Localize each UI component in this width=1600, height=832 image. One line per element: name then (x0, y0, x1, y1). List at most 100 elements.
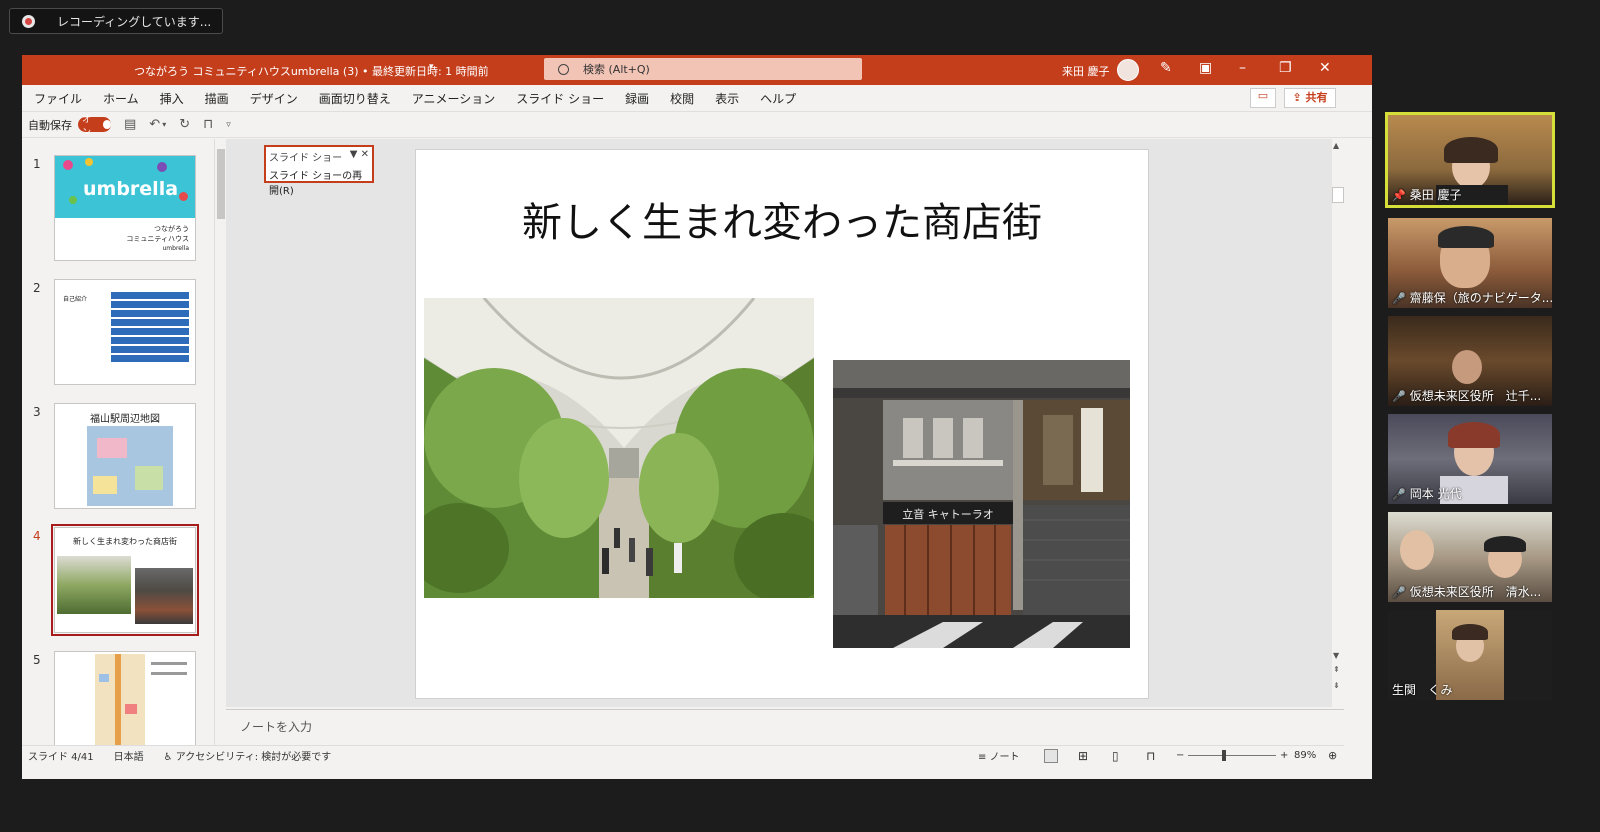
menu-bar: ファイル ホーム 挿入 描画 デザイン 画面切り替え アニメーション スライド … (22, 85, 1372, 111)
share-label: 共有 (1305, 91, 1328, 104)
slide-thumbnail-2[interactable]: 自己紹介 (54, 279, 196, 385)
close-icon[interactable]: ✕ (1319, 60, 1331, 76)
slide-sorter-icon[interactable]: ⊞ (1078, 749, 1088, 763)
participant-name: 🎤 仮想未来区役所 清水... (1392, 583, 1541, 600)
menu-design[interactable]: デザイン (250, 90, 298, 107)
participant-name-text: 仮想未来区役所 清水... (1409, 585, 1542, 599)
reading-view-icon[interactable]: ▯ (1112, 749, 1119, 763)
menu-review[interactable]: 校閲 (670, 90, 694, 107)
menu-animations[interactable]: アニメーション (412, 90, 496, 107)
menu-help[interactable]: ヘルプ (760, 90, 796, 107)
slide-thumbnail-3[interactable]: 福山駅周辺地図 (54, 403, 196, 509)
save-icon[interactable]: ▤ (124, 117, 136, 132)
thumb2-bars (111, 292, 189, 364)
zoom-out-icon[interactable]: − (1176, 750, 1184, 761)
slideshow-view-icon[interactable]: ⊓ (1146, 749, 1155, 763)
thumb-number: 3 (33, 405, 41, 419)
thumbnail-scrollbar[interactable] (214, 139, 226, 745)
close-icon[interactable]: ✕ (361, 149, 369, 160)
menu-transitions[interactable]: 画面切り替え (319, 90, 391, 107)
menu-slideshow[interactable]: スライド ショー (516, 90, 604, 107)
thumb4-title: 新しく生まれ変わった商店街 (73, 537, 177, 546)
pen-icon[interactable]: ✎ (1160, 60, 1172, 76)
participant-tile[interactable]: 🎤 仮想未来区役所 清水... (1388, 512, 1552, 602)
status-bar: スライド 4/41 日本語 ♿ アクセシビリティ: 検討が必要です ≡ ノート … (22, 745, 1344, 765)
user-name[interactable]: 来田 慶子 (1062, 63, 1110, 79)
accessibility-status[interactable]: ♿ アクセシビリティ: 検討が必要です (164, 748, 332, 763)
powerpoint-window: つながろう コミュニティハウスumbrella (3) • 最終更新日時: 1 … (22, 55, 1372, 779)
language-indicator[interactable]: 日本語 (114, 748, 144, 763)
notes-placeholder: ノートを入力 (240, 720, 313, 734)
document-title[interactable]: つながろう コミュニティハウスumbrella (3) • 最終更新日時: 1 … (134, 63, 489, 79)
thumb1-line: umbrella (162, 245, 190, 252)
autosave-toggle[interactable]: オン (78, 115, 111, 138)
participant-name-text: 生関 くみ (1392, 683, 1453, 697)
thumb-number: 2 (33, 281, 41, 295)
quick-access-toolbar: 自動保存 オン ▤ ↶ ▾ ↻ ⊓ ▿ (22, 111, 1372, 138)
participant-tile[interactable]: 生関 くみ (1388, 610, 1552, 700)
scroll-up-icon[interactable]: ▲ (1333, 141, 1339, 150)
next-slide-icon[interactable]: ⇟ (1333, 681, 1340, 690)
zoom-slider-handle[interactable] (1222, 750, 1226, 761)
menu-home[interactable]: ホーム (103, 90, 139, 107)
scrollbar-thumb[interactable] (1332, 187, 1344, 203)
redo-icon[interactable]: ↻ (179, 117, 190, 132)
mic-muted-icon: 🎤 (1392, 586, 1406, 599)
slide-scrollbar[interactable]: ▲ ▼ ⇞ ⇟ (1332, 139, 1344, 707)
participant-tile[interactable]: 🎤 岡本 光代 (1388, 414, 1552, 504)
arcade-photo-thumb (57, 556, 131, 614)
avatar[interactable] (1117, 59, 1139, 81)
participant-tile[interactable]: 🎤 仮想未来区役所 辻千... (1388, 316, 1552, 406)
zoom-in-icon[interactable]: + (1280, 750, 1288, 761)
participant-tile[interactable]: 📌 桑田 慶子 (1385, 112, 1555, 208)
slide-thumbnails-pane: 1 umbrella つながろう コミュニティハウス umbrella 2 自己… (22, 139, 214, 745)
ribbon-display-icon[interactable]: ▣ (1199, 60, 1212, 76)
restore-icon[interactable]: ❐ (1279, 60, 1292, 76)
thumb1-line: コミュニティハウス (126, 235, 189, 243)
customize-toolbar-icon[interactable]: ▿ (226, 120, 231, 130)
zoom-level[interactable]: 89% (1294, 750, 1316, 761)
menu-view[interactable]: 表示 (715, 90, 739, 107)
participant-name: 📌 桑田 慶子 (1392, 186, 1462, 203)
slide-canvas[interactable]: 新しく生まれ変わった商店街 立音 キャトーラオ (416, 150, 1148, 698)
notes-toggle-button[interactable]: ≡ ノート (978, 748, 1020, 763)
thumb2-heading: 自己紹介 (63, 296, 88, 303)
zoom-slider[interactable] (1188, 755, 1276, 756)
fit-to-window-icon[interactable]: ⊕ (1328, 749, 1337, 762)
minimize-icon[interactable]: – (1239, 60, 1246, 76)
caret-down-icon[interactable]: ▼ (350, 149, 358, 160)
shopfront-photo-thumb (135, 568, 193, 624)
slide-thumbnail-5[interactable] (54, 651, 196, 745)
participant-name-text: 齋藤保（旅のナビゲータ... (1409, 291, 1552, 305)
slide-title[interactable]: 新しく生まれ変わった商店街 (416, 190, 1148, 248)
share-button[interactable]: ⇪ 共有 (1284, 88, 1336, 108)
search-box[interactable]: 検索 (Alt+Q) (544, 58, 862, 80)
arcade-photo[interactable] (424, 298, 814, 598)
chevron-down-icon[interactable]: ▾ (429, 62, 434, 72)
participant-name-text: 岡本 光代 (1409, 487, 1462, 501)
menu-draw[interactable]: 描画 (205, 90, 229, 107)
slide-position: スライド 4/41 (28, 752, 94, 763)
scroll-down-icon[interactable]: ▼ (1333, 651, 1339, 660)
recording-label: レコーディングしています... (57, 14, 212, 29)
menu-file[interactable]: ファイル (34, 90, 82, 107)
previous-slide-icon[interactable]: ⇞ (1333, 665, 1340, 674)
undo-dropdown-icon[interactable]: ▾ (162, 120, 166, 129)
comment-icon[interactable]: ▭ (1250, 88, 1276, 108)
menu-insert[interactable]: 挿入 (160, 90, 184, 107)
notes-toggle-label: ノート (989, 752, 1020, 763)
slide-thumbnail-4[interactable]: 新しく生まれ変わった商店街 (51, 524, 199, 636)
present-icon[interactable]: ⊓ (203, 117, 213, 132)
undo-icon[interactable]: ↶ (149, 117, 160, 132)
normal-view-icon[interactable] (1044, 748, 1058, 763)
notes-pane[interactable]: ノートを入力 (226, 709, 1344, 743)
autosave-label: 自動保存 (28, 118, 72, 132)
thumb-number: 1 (33, 157, 41, 171)
shopfront-photo[interactable]: 立音 キャトーラオ (833, 360, 1130, 648)
slide-thumbnail-1[interactable]: umbrella つながろう コミュニティハウス umbrella (54, 155, 196, 261)
menu-record[interactable]: 録画 (625, 90, 649, 107)
resume-slideshow-button[interactable]: スライド ショーの再開(R) (266, 166, 372, 198)
participant-tile[interactable]: 🎤 齋藤保（旅のナビゲータ... (1388, 218, 1552, 308)
map-image (87, 426, 173, 506)
scrollbar-thumb[interactable] (217, 149, 225, 219)
